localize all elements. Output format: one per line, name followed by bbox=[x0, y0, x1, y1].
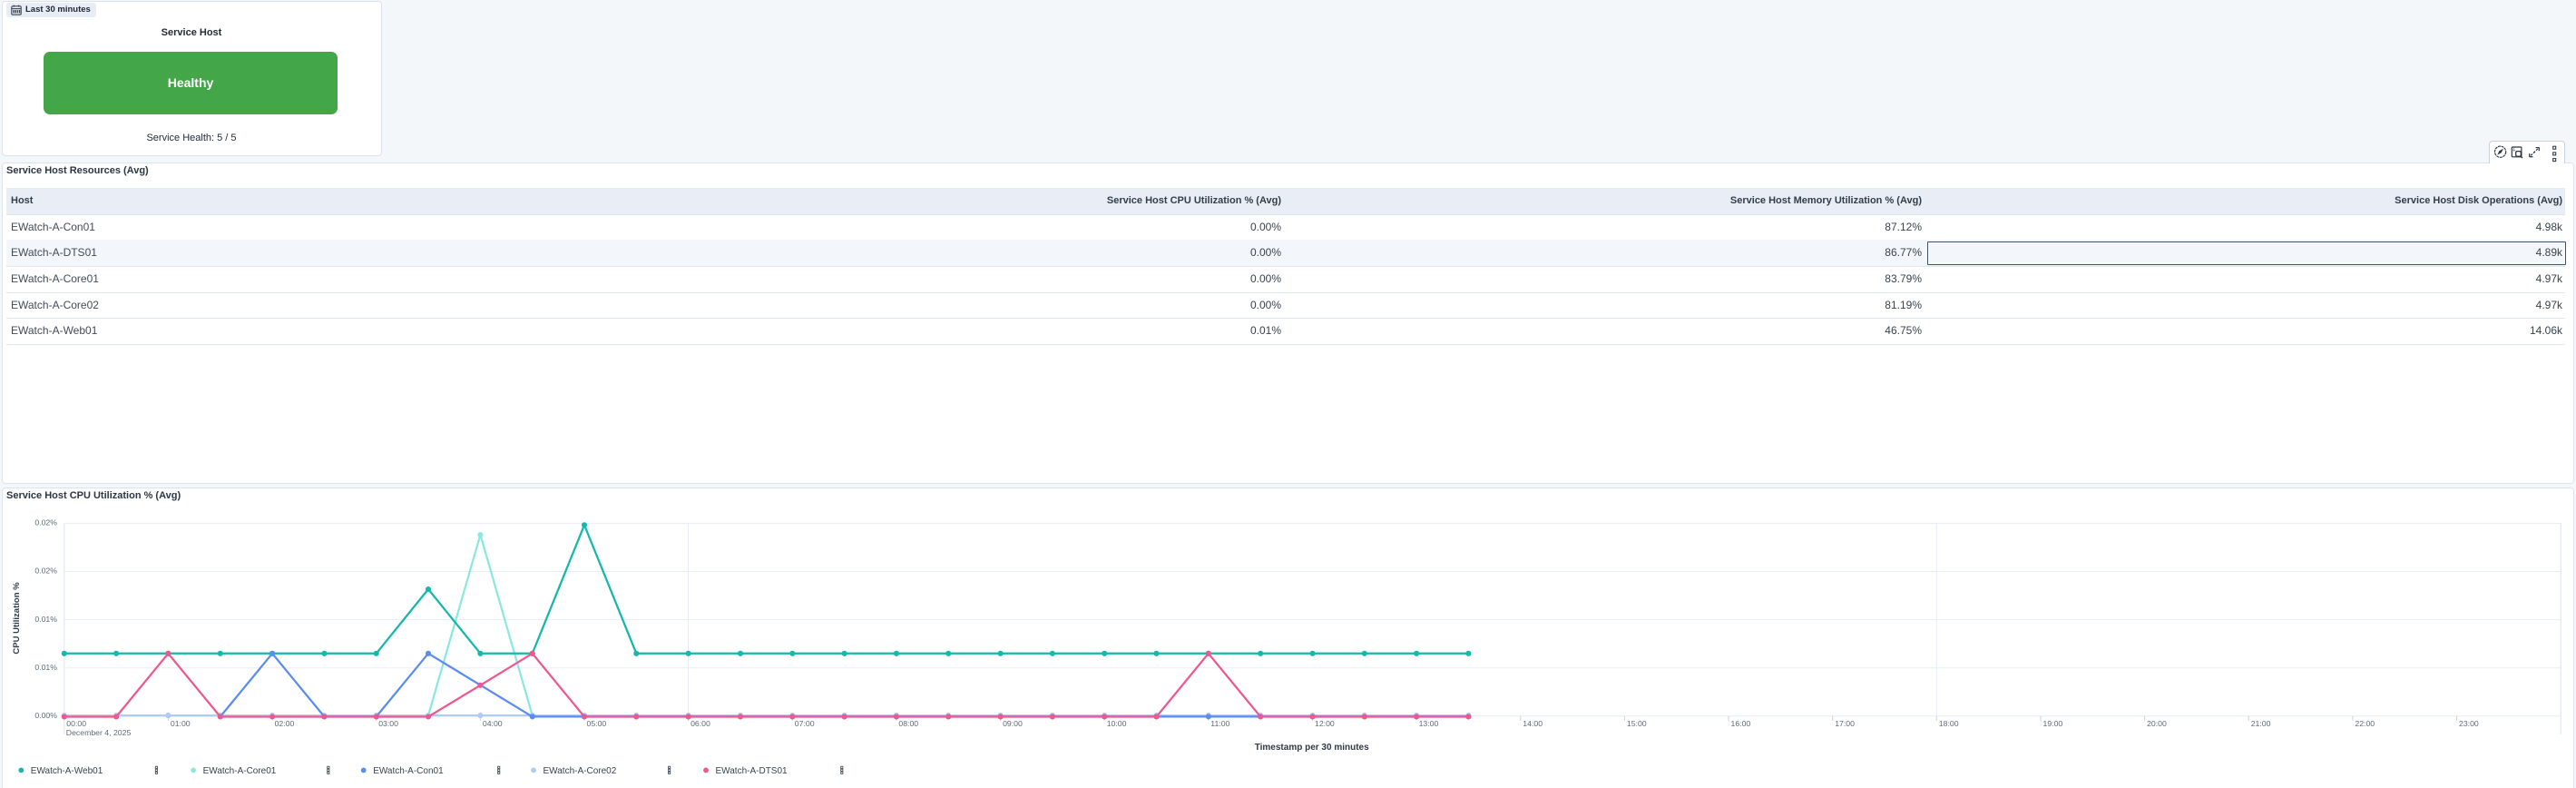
svg-text:14:00: 14:00 bbox=[1523, 719, 1543, 728]
svg-text:06:00: 06:00 bbox=[691, 719, 710, 728]
svg-text:04:00: 04:00 bbox=[483, 719, 503, 728]
svg-text:Timestamp per 30 minutes: Timestamp per 30 minutes bbox=[1255, 743, 1369, 753]
svg-text:02:00: 02:00 bbox=[275, 719, 295, 728]
svg-text:EWatch-A-Web01: EWatch-A-Web01 bbox=[31, 766, 103, 776]
svg-text:03:00: 03:00 bbox=[378, 719, 398, 728]
svg-text:07:00: 07:00 bbox=[795, 719, 815, 728]
svg-text:11:00: 11:00 bbox=[1210, 719, 1229, 728]
svg-text:10:00: 10:00 bbox=[1107, 719, 1127, 728]
svg-text:0.00%: 0.00% bbox=[34, 711, 57, 720]
svg-text:13:00: 13:00 bbox=[1419, 719, 1439, 728]
svg-text:12:00: 12:00 bbox=[1315, 719, 1335, 728]
svg-text:21:00: 21:00 bbox=[2251, 719, 2271, 728]
svg-text:EWatch-A-Core01: EWatch-A-Core01 bbox=[203, 766, 277, 776]
svg-text:December 4, 2025: December 4, 2025 bbox=[66, 728, 132, 737]
svg-text:08:00: 08:00 bbox=[898, 719, 918, 728]
svg-text:20:00: 20:00 bbox=[2147, 719, 2167, 728]
svg-text:05:00: 05:00 bbox=[587, 719, 607, 728]
svg-text:EWatch-A-DTS01: EWatch-A-DTS01 bbox=[716, 766, 788, 776]
svg-text:15:00: 15:00 bbox=[1627, 719, 1647, 728]
svg-text:16:00: 16:00 bbox=[1731, 719, 1751, 728]
svg-text:18:00: 18:00 bbox=[1939, 719, 1959, 728]
svg-text:00:00: 00:00 bbox=[66, 719, 86, 728]
svg-text:0.02%: 0.02% bbox=[34, 518, 57, 527]
svg-text:CPU Utilization %: CPU Utilization % bbox=[12, 582, 22, 655]
svg-text:EWatch-A-Core02: EWatch-A-Core02 bbox=[544, 766, 617, 776]
svg-text:EWatch-A-Con01: EWatch-A-Con01 bbox=[373, 766, 444, 776]
svg-text:01:00: 01:00 bbox=[171, 719, 191, 728]
svg-text:0.01%: 0.01% bbox=[34, 615, 57, 624]
svg-text:23:00: 23:00 bbox=[2459, 719, 2479, 728]
svg-text:22:00: 22:00 bbox=[2355, 719, 2375, 728]
svg-text:09:00: 09:00 bbox=[1003, 719, 1023, 728]
svg-text:19:00: 19:00 bbox=[2043, 719, 2063, 728]
svg-text:0.01%: 0.01% bbox=[34, 663, 57, 672]
svg-text:0.02%: 0.02% bbox=[34, 566, 57, 576]
svg-text:17:00: 17:00 bbox=[1835, 719, 1855, 728]
